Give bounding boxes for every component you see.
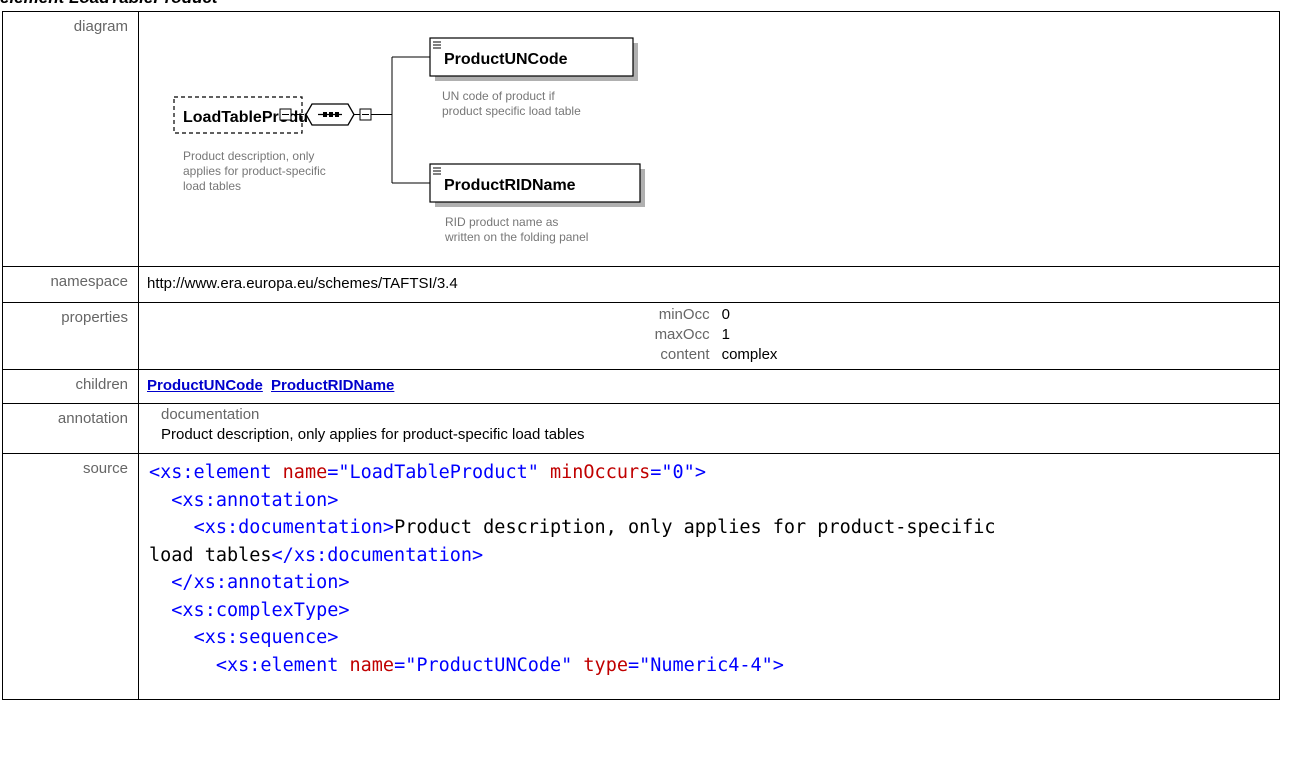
annotation-row: annotation documentation Product descrip…	[2, 403, 1280, 454]
child2-name: ProductRIDName	[444, 177, 576, 194]
sequence-compositor-icon	[305, 103, 355, 126]
root-element-name: LoadTableProduct	[183, 109, 323, 126]
child-element-productridname[interactable]: ProductRIDName	[429, 163, 645, 207]
child2-doc-line-1: RID product name as	[445, 215, 558, 229]
prop-key-minocc: minOcc	[658, 306, 710, 323]
namespace-label: namespace	[2, 266, 139, 303]
child2-doc-line-2: written on the folding panel	[444, 230, 588, 244]
page-title: element LoadTableProduct	[0, 0, 218, 10]
child-element-productuncode[interactable]: ProductUNCode	[429, 37, 638, 81]
root-doc-line-3: load tables	[183, 179, 241, 193]
root-doc-line-1: Product description, only	[183, 149, 314, 163]
source-label: source	[2, 453, 139, 700]
source-row: source <xs:element name="LoadTableProduc…	[2, 453, 1280, 700]
annotation-label: annotation	[2, 403, 139, 454]
properties-label: properties	[2, 302, 139, 370]
schema-diagram: LoadTableProduct Product description, on…	[173, 37, 645, 244]
namespace-row: namespace http://www.era.europa.eu/schem…	[2, 266, 1280, 303]
child-link-productridname[interactable]: ProductRIDName	[271, 377, 394, 394]
collapse-toggle-2-icon[interactable]	[359, 108, 372, 121]
prop-val-maxocc: 1	[721, 326, 730, 343]
prop-val-minocc: 0	[721, 306, 730, 323]
children-row: children ProductUNCode ProductRIDName	[2, 369, 1280, 404]
annotation-text: Product description, only applies for pr…	[161, 426, 585, 443]
diagram-cell: LoadTableProduct Product description, on…	[138, 11, 1280, 267]
prop-val-content: complex	[721, 346, 778, 363]
annotation-sub-label: documentation	[161, 406, 260, 423]
properties-row: properties minOcc 0 maxOcc 1 content com…	[2, 302, 1280, 370]
source-code: <xs:element name="LoadTableProduct" minO…	[138, 453, 1280, 700]
prop-key-content: content	[660, 346, 710, 363]
collapse-toggle-icon[interactable]	[279, 108, 292, 121]
root-doc-line-2: applies for product-specific	[183, 164, 326, 178]
diagram-label: diagram	[2, 11, 139, 267]
properties-grid: minOcc 0 maxOcc 1 content complex	[161, 305, 1271, 365]
element-doc-table: diagram LoadTableProduct Product descrip…	[2, 11, 1280, 700]
namespace-value: http://www.era.europa.eu/schemes/TAFTSI/…	[138, 266, 1280, 303]
child1-name: ProductUNCode	[444, 51, 568, 68]
prop-key-maxocc: maxOcc	[654, 326, 710, 343]
child-link-productuncode[interactable]: ProductUNCode	[147, 377, 263, 394]
child1-doc-line-2: product specific load table	[442, 104, 581, 118]
child1-doc-line-1: UN code of product if	[442, 89, 555, 103]
diagram-row: diagram LoadTableProduct Product descrip…	[2, 11, 1280, 267]
children-label: children	[2, 369, 139, 404]
